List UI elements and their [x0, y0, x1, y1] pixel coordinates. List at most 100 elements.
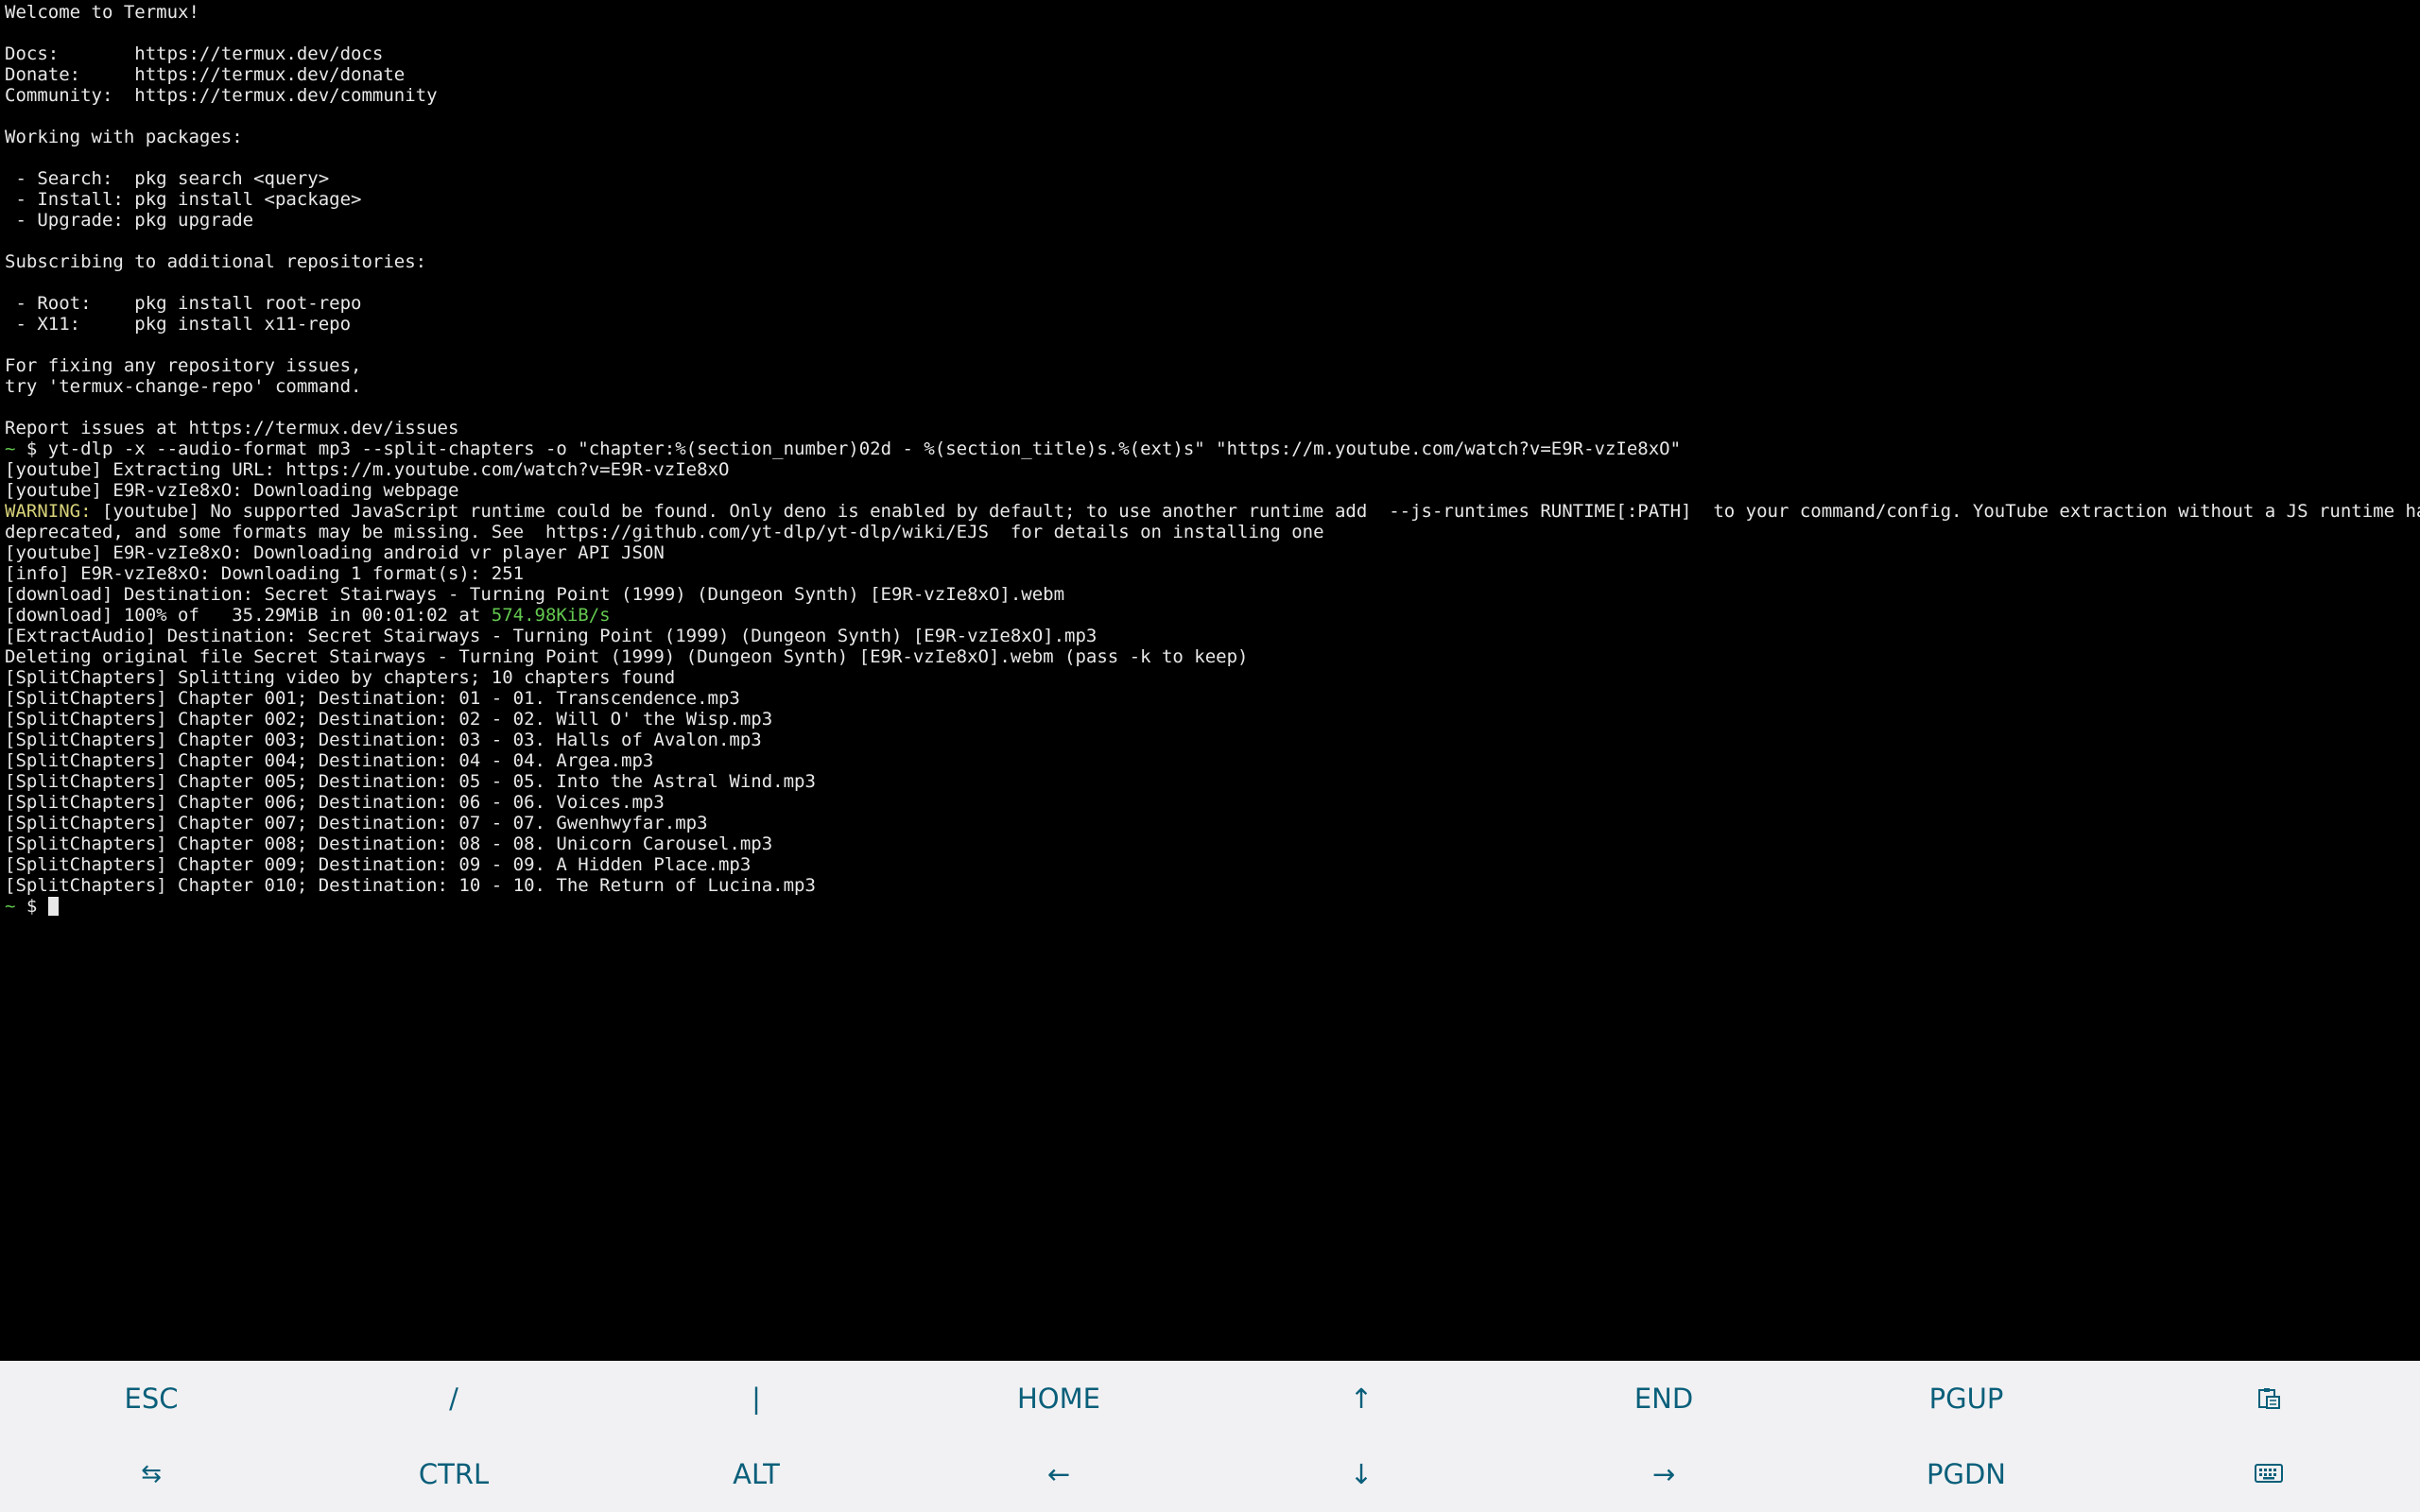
key-label: ALT [733, 1458, 780, 1490]
terminal-line: deprecated, and some formats may be miss… [5, 522, 2420, 542]
slash-key[interactable]: / [302, 1361, 605, 1436]
terminal-line: Welcome to Termux! [5, 2, 2420, 23]
extra-keys-row-1: ESC / | HOME ↑ END PGUP [0, 1361, 2420, 1436]
extra-keys-row-2: ⇆ CTRL ALT ← ↓ → PGDN [0, 1436, 2420, 1512]
line-text: [SplitChapters] Chapter 005; Destination… [5, 771, 816, 792]
terminal-line: [SplitChapters] Chapter 008; Destination… [5, 833, 2420, 854]
terminal-line: Donate: https://termux.dev/donate [5, 64, 2420, 85]
key-label: HOME [1017, 1383, 1100, 1415]
download-speed: 574.98KiB/s [491, 605, 611, 626]
terminal-line: - Install: pkg install <package> [5, 189, 2420, 210]
terminal-line: [youtube] Extracting URL: https://m.yout… [5, 459, 2420, 480]
terminal-line: Deleting original file Secret Stairways … [5, 646, 2420, 667]
prompt-tilde: ~ [5, 896, 16, 917]
line-text: try 'termux-change-repo' command. [5, 376, 362, 397]
terminal-line: [SplitChapters] Chapter 003; Destination… [5, 730, 2420, 750]
line-text: Docs: https://termux.dev/docs [5, 43, 384, 64]
line-text: [SplitChapters] Chapter 006; Destination… [5, 792, 665, 813]
terminal-line: [SplitChapters] Chapter 009; Destination… [5, 854, 2420, 875]
end-key[interactable]: END [1512, 1361, 1815, 1436]
down-arrow-key[interactable]: ↓ [1210, 1436, 1512, 1512]
terminal-line: [download] Destination: Secret Stairways… [5, 584, 2420, 605]
line-text: Welcome to Termux! [5, 2, 199, 23]
terminal-line: For fixing any repository issues, [5, 355, 2420, 376]
terminal-line: WARNING: [youtube] No supported JavaScri… [5, 501, 2420, 522]
keyboard-key[interactable] [2118, 1436, 2420, 1512]
clipboard-icon [2256, 1387, 2281, 1410]
terminal-view[interactable]: Welcome to Termux! Docs: https://termux.d… [0, 0, 2420, 1361]
line-text: $ yt-dlp -x --audio-format mp3 --split-c… [15, 438, 1682, 459]
key-label: PGUP [1928, 1383, 2004, 1415]
line-text: [download] Destination: Secret Stairways… [5, 584, 1065, 605]
key-label: ← [1046, 1458, 1071, 1490]
paste-key[interactable] [2118, 1361, 2420, 1436]
line-text: [info] E9R-vzIe8xO: Downloading 1 format… [5, 563, 525, 584]
line-text: For fixing any repository issues, [5, 355, 362, 376]
line-text: [SplitChapters] Chapter 004; Destination… [5, 750, 654, 771]
line-text: - Search: pkg search <query> [5, 168, 330, 189]
pgup-key[interactable]: PGUP [1815, 1361, 2118, 1436]
alt-key[interactable]: ALT [605, 1436, 908, 1512]
terminal-line: Subscribing to additional repositories: [5, 251, 2420, 272]
line-text: deprecated, and some formats may be miss… [5, 522, 1324, 542]
terminal-line: [SplitChapters] Chapter 002; Destination… [5, 709, 2420, 730]
line-text: - Upgrade: pkg upgrade [5, 210, 254, 231]
terminal-line: - Upgrade: pkg upgrade [5, 210, 2420, 231]
terminal-line: [ExtractAudio] Destination: Secret Stair… [5, 626, 2420, 646]
up-arrow-key[interactable]: ↑ [1210, 1361, 1512, 1436]
line-text: [youtube] No supported JavaScript runtim… [91, 501, 2420, 522]
key-label: ESC [124, 1383, 179, 1415]
terminal-line: [SplitChapters] Chapter 004; Destination… [5, 750, 2420, 771]
home-key[interactable]: HOME [908, 1361, 1210, 1436]
pgdn-key[interactable]: PGDN [1815, 1436, 2118, 1512]
terminal-line: [SplitChapters] Splitting video by chapt… [5, 667, 2420, 688]
terminal-line: - Root: pkg install root-repo [5, 293, 2420, 314]
line-text: [youtube] E9R-vzIe8xO: Downloading webpa… [5, 480, 459, 501]
key-label: PGDN [1927, 1458, 2006, 1490]
terminal-line: - Search: pkg search <query> [5, 168, 2420, 189]
left-arrow-key[interactable]: ← [908, 1436, 1210, 1512]
line-text: [SplitChapters] Chapter 008; Destination… [5, 833, 773, 854]
key-label: ↑ [1349, 1383, 1374, 1415]
pipe-key[interactable]: | [605, 1361, 908, 1436]
terminal-line: [SplitChapters] Chapter 001; Destination… [5, 688, 2420, 709]
line-text: [youtube] Extracting URL: https://m.yout… [5, 459, 730, 480]
line-text: [download] 100% of 35.29MiB in 00:01:02 … [5, 605, 492, 626]
keyboard-icon [2255, 1464, 2283, 1485]
key-label: | [752, 1383, 761, 1415]
terminal-line: [youtube] E9R-vzIe8xO: Downloading andro… [5, 542, 2420, 563]
line-text: Donate: https://termux.dev/donate [5, 64, 406, 85]
right-arrow-key[interactable]: → [1512, 1436, 1815, 1512]
line-text: [SplitChapters] Chapter 001; Destination… [5, 688, 740, 709]
terminal-line: Community: https://termux.dev/community [5, 85, 2420, 106]
terminal-line: Docs: https://termux.dev/docs [5, 43, 2420, 64]
warning-label: WARNING: [5, 501, 92, 522]
terminal-line: [SplitChapters] Chapter 010; Destination… [5, 875, 2420, 896]
line-text: Working with packages: [5, 127, 243, 147]
line-text: [SplitChapters] Chapter 010; Destination… [5, 875, 816, 896]
line-text: - Root: pkg install root-repo [5, 293, 362, 314]
esc-key[interactable]: ESC [0, 1361, 302, 1436]
terminal-line: [SplitChapters] Chapter 006; Destination… [5, 792, 2420, 813]
text-cursor [47, 897, 59, 916]
terminal-line: Working with packages: [5, 127, 2420, 147]
terminal-line: [info] E9R-vzIe8xO: Downloading 1 format… [5, 563, 2420, 584]
line-text: [SplitChapters] Chapter 007; Destination… [5, 813, 708, 833]
line-text: Community: https://termux.dev/community [5, 85, 438, 106]
ctrl-key[interactable]: CTRL [302, 1436, 605, 1512]
line-text: [youtube] E9R-vzIe8xO: Downloading andro… [5, 542, 665, 563]
key-label: / [449, 1383, 458, 1415]
line-text: - X11: pkg install x11-repo [5, 314, 352, 335]
line-text: Subscribing to additional repositories: [5, 251, 427, 272]
line-text: [SplitChapters] Chapter 003; Destination… [5, 730, 762, 750]
prompt-line[interactable]: ~ $ [5, 896, 2420, 917]
line-text: - Install: pkg install <package> [5, 189, 362, 210]
tab-key[interactable]: ⇆ [0, 1436, 302, 1512]
terminal-line: try 'termux-change-repo' command. [5, 376, 2420, 397]
